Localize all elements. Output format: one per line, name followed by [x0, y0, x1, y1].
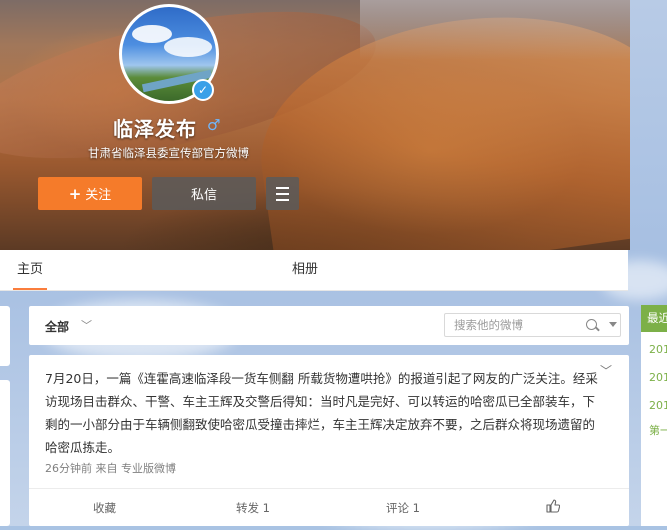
like-thumbs-up-icon[interactable] — [546, 499, 560, 513]
male-gender-icon: ♂ — [207, 116, 221, 134]
weibo-post-card: 7月20日，一篇《连霍高速临泽段一货车侧翻 所载货物遭哄抢》的报道引起了网友的广… — [29, 355, 629, 526]
post-actions: 收藏 转发 1 评论 1 — [29, 488, 629, 527]
search-box[interactable] — [444, 313, 621, 337]
verified-badge-icon: ✓ — [192, 79, 214, 101]
follow-button[interactable]: + 关注 — [38, 177, 142, 210]
repost-button[interactable]: 转发 1 — [236, 489, 270, 527]
post-options-chevron-icon[interactable]: ﹀ — [600, 362, 612, 379]
search-icon[interactable] — [586, 319, 597, 330]
timeline-year-link[interactable]: 201 — [649, 371, 667, 384]
profile-tab-bar: 主页 相册 — [0, 250, 628, 291]
left-panel-edge — [0, 306, 10, 366]
tab-home-label: 主页 — [17, 262, 44, 277]
comment-button[interactable]: 评论 1 — [386, 489, 420, 527]
timeline-header: 最近 — [641, 305, 667, 332]
tab-home[interactable]: 主页 — [13, 250, 48, 290]
profile-cover — [0, 0, 630, 250]
timeline-year-link[interactable]: 201 — [649, 399, 667, 412]
plus-icon: + — [68, 184, 82, 203]
tab-album-label: 相册 — [292, 262, 319, 277]
message-button[interactable]: 私信 — [152, 177, 256, 210]
active-tab-indicator — [13, 288, 48, 290]
post-text: 7月20日，一篇《连霍高速临泽段一货车侧翻 所载货物遭哄抢》的报道引起了网友的广… — [45, 371, 598, 455]
search-dropdown-icon[interactable] — [609, 322, 617, 327]
search-input[interactable] — [454, 317, 584, 333]
filter-all-dropdown[interactable]: 全部 — [45, 318, 69, 335]
more-menu-button[interactable] — [266, 177, 299, 210]
timeline-side-panel: 最近 201 201 201 第一 — [641, 305, 667, 526]
timeline-year-link[interactable]: 第一 — [649, 422, 667, 438]
favorite-button[interactable]: 收藏 — [93, 489, 116, 527]
tab-album[interactable]: 相册 — [292, 250, 318, 290]
message-label: 私信 — [190, 188, 217, 203]
profile-name: 临泽发布 — [113, 117, 197, 141]
left-panel-edge — [0, 380, 10, 526]
follow-label: 关注 — [85, 188, 112, 203]
chevron-down-icon[interactable]: ﹀ — [81, 317, 92, 333]
profile-description: 甘肃省临泽县委宣传部官方微博 — [88, 146, 249, 160]
menu-icon — [276, 186, 289, 189]
timeline-year-link[interactable]: 201 — [649, 343, 667, 356]
post-meta: 26分钟前 来自 专业版微博 — [45, 462, 176, 475]
